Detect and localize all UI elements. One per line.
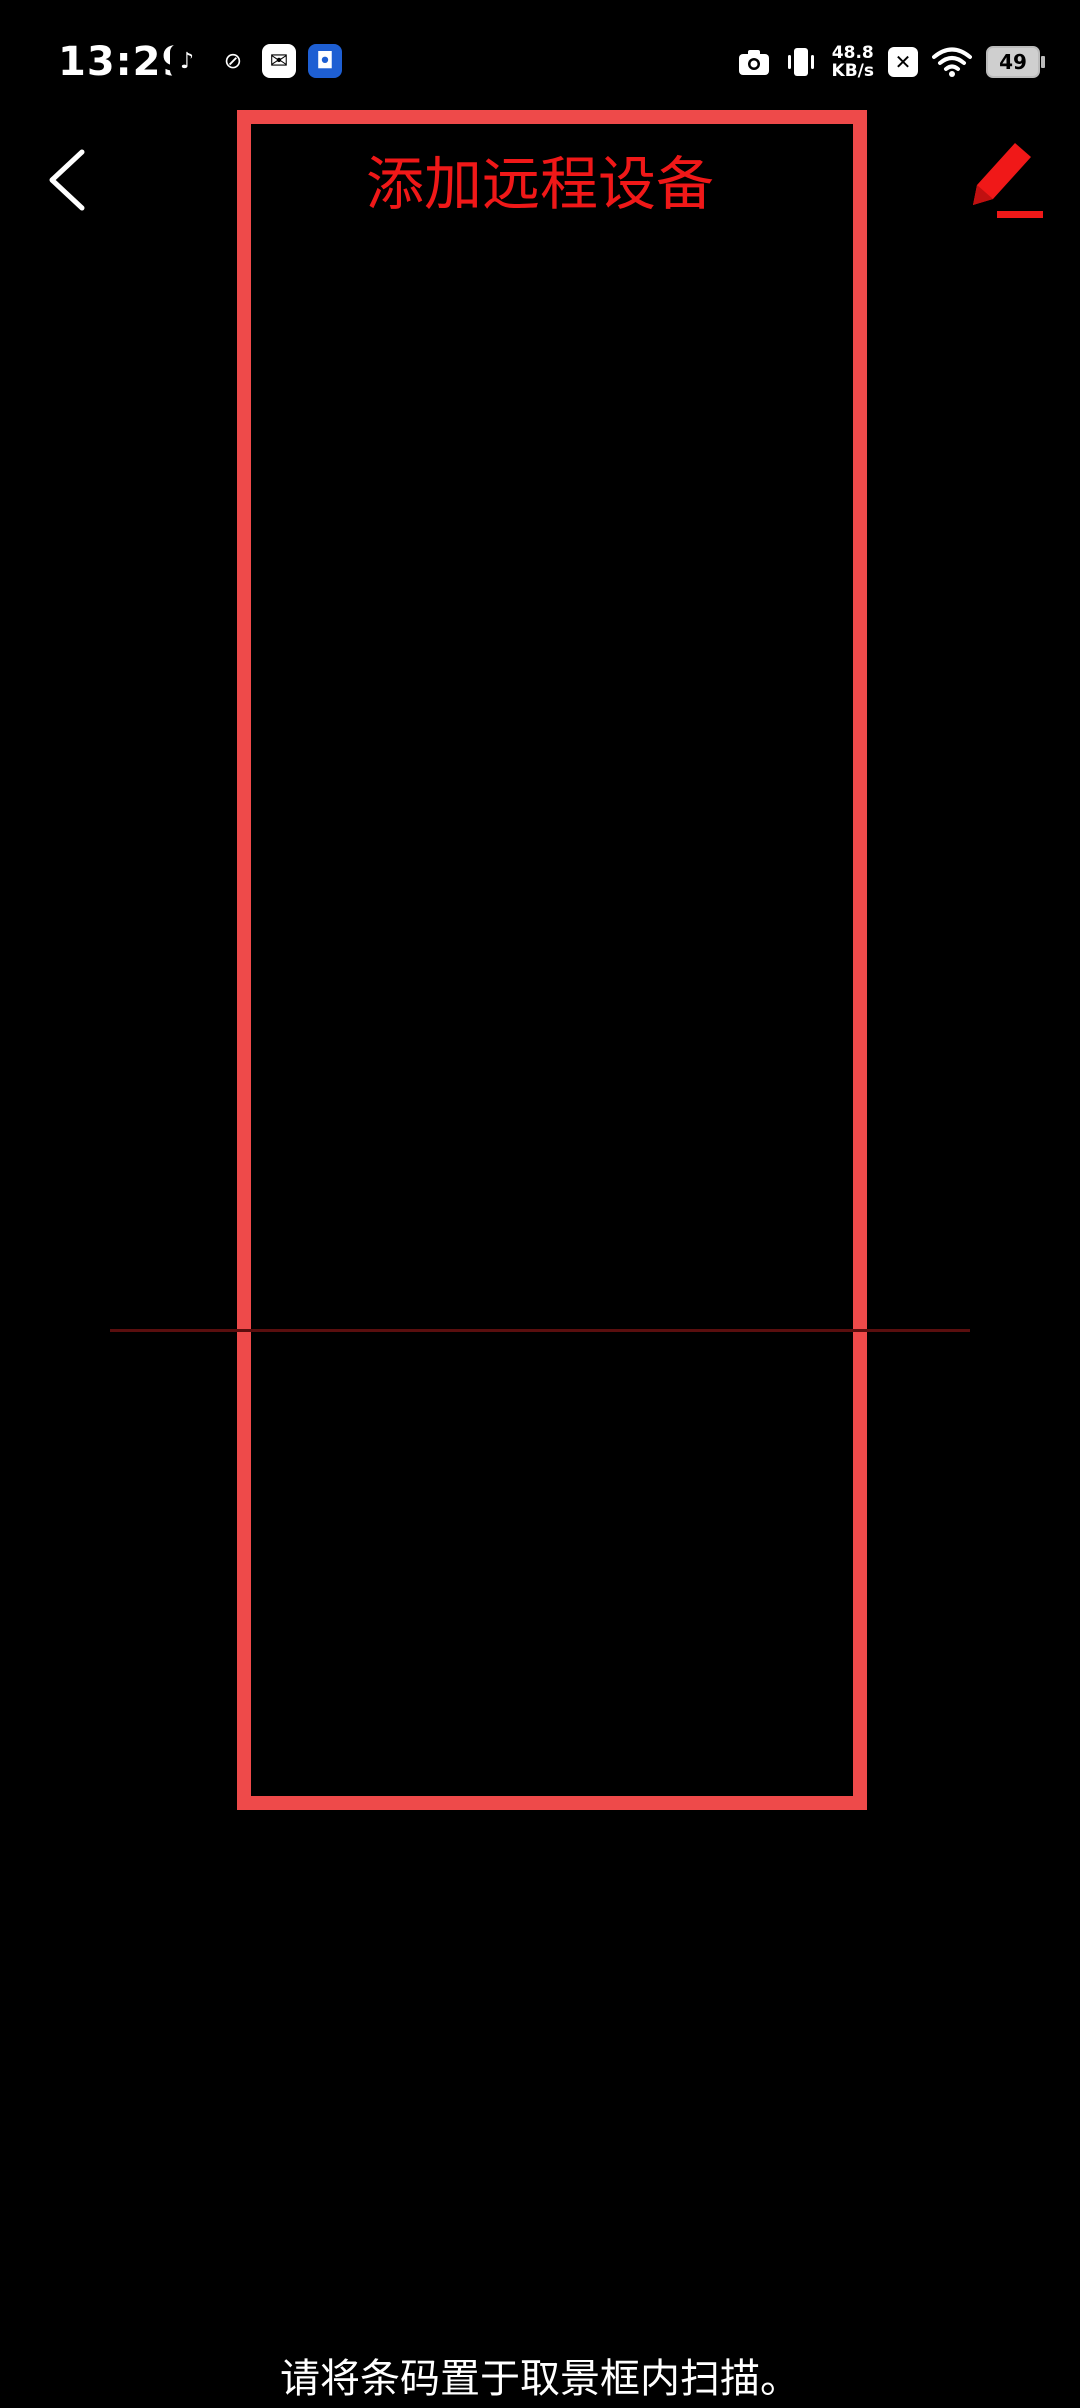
no-sim-icon: ✕ (888, 47, 918, 77)
manual-input-button[interactable] (955, 135, 1050, 230)
notification-icons: ♪ ⊘ ✉ ◘ (170, 44, 342, 78)
pencil-icon (973, 143, 1043, 218)
status-bar: 13:29 ♪ ⊘ ✉ ◘ 48.8 KB/s ✕ 49 (0, 0, 1080, 120)
vibrate-icon (787, 48, 814, 76)
orbit-app-icon: ⊘ (216, 44, 250, 78)
scan-frame (237, 110, 867, 1810)
camera-icon (738, 50, 769, 75)
scan-line (110, 1329, 970, 1332)
mail-icon: ✉ (262, 44, 296, 78)
battery-icon: 49 (986, 46, 1045, 78)
system-icons: 48.8 KB/s ✕ 49 (738, 42, 1045, 82)
network-speed: 48.8 KB/s (831, 43, 874, 81)
wifi-icon (932, 47, 972, 77)
tiktok-icon: ♪ (170, 44, 204, 78)
scan-hint: 请将条码置于取景框内扫描。 (280, 2356, 800, 2402)
blue-app-icon: ◘ (308, 44, 342, 78)
